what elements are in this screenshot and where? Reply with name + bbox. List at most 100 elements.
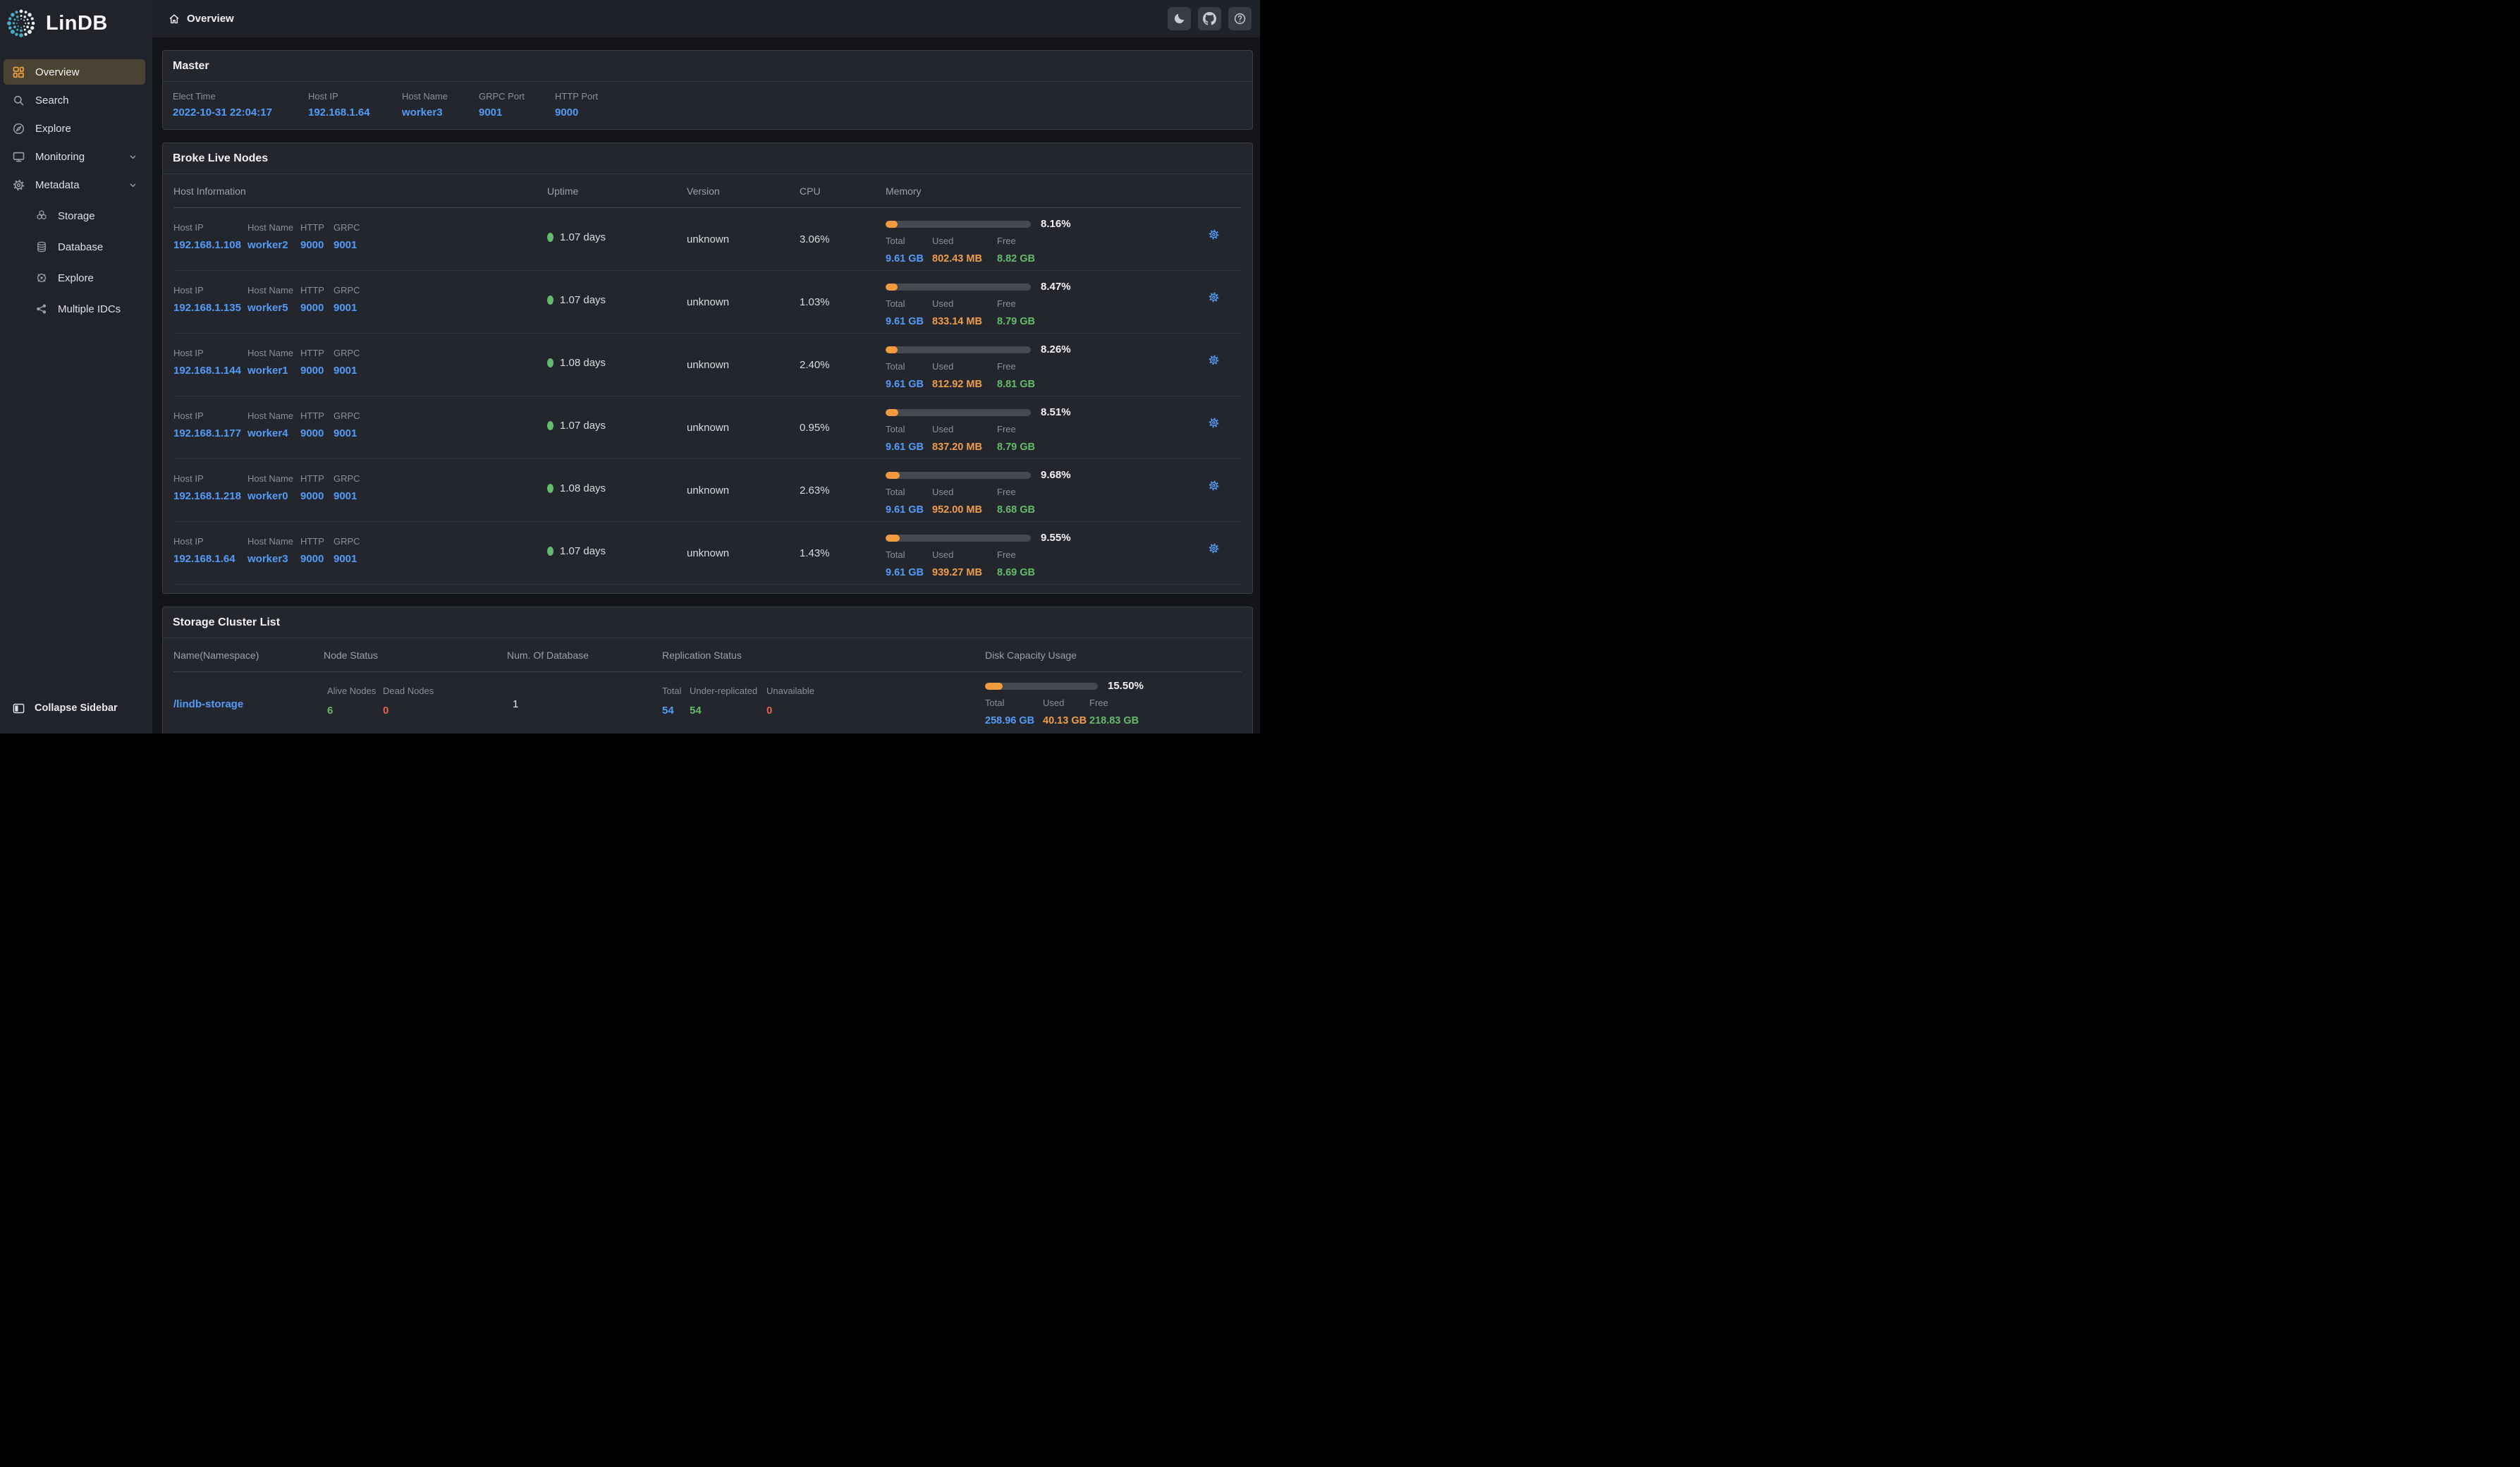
column-header-version: Version xyxy=(687,185,800,197)
host-name-value: worker5 xyxy=(247,302,300,314)
master-field-host-ip: Host IP 192.168.1.64 xyxy=(308,91,402,118)
sidebar-item-overview[interactable]: Overview xyxy=(4,59,145,85)
brand: LinDB xyxy=(0,0,152,47)
github-button[interactable] xyxy=(1198,7,1221,30)
sidebar-item-search[interactable]: Search xyxy=(4,87,145,113)
sidebar-item-label: Metadata xyxy=(35,179,80,191)
master-card: Master Elect Time 2022-10-31 22:04:17 Ho… xyxy=(162,50,1253,130)
memory-free-label: Free xyxy=(997,424,1185,434)
collapse-sidebar-icon xyxy=(12,702,25,715)
breadcrumb[interactable]: Overview xyxy=(168,13,234,25)
num-of-database-value: 1 xyxy=(507,672,662,710)
sidebar-item-explore[interactable]: Explore xyxy=(4,116,145,141)
storage-cluster-row: /lindb-storage Alive Nodes Dead Nodes 6 … xyxy=(173,672,1242,734)
column-header-num-of-database: Num. Of Database xyxy=(507,650,662,661)
memory-used-label: Used xyxy=(932,361,997,372)
memory-cell: 8.16% Total Used Free 9.61 GB 802.43 MB … xyxy=(886,208,1185,264)
sidebar-item-storage[interactable]: Storage xyxy=(4,203,145,229)
memory-usage-percent: 8.16% xyxy=(1041,218,1071,230)
dark-mode-button[interactable] xyxy=(1168,7,1191,30)
memory-usage-percent: 8.51% xyxy=(1041,406,1071,418)
replication-status-cell: Total Under-replicated Unavailable 54 54… xyxy=(662,672,985,717)
under-replicated-value: 54 xyxy=(690,705,766,717)
memory-usage-bar-fill xyxy=(886,346,898,353)
sidebar-item-label: Explore xyxy=(58,272,94,284)
memory-free-value: 8.68 GB xyxy=(997,504,1185,516)
memory-total-label: Total xyxy=(886,361,932,372)
memory-usage-bar xyxy=(886,221,1031,228)
cpu-value: 0.95% xyxy=(800,396,886,434)
disk-usage-percent: 15.50% xyxy=(1108,680,1144,692)
host-ip-label: Host IP xyxy=(173,473,247,484)
storage-cluster-name-link[interactable]: /lindb-storage xyxy=(173,672,324,710)
uptime-cell: 1.07 days xyxy=(547,208,687,243)
memory-used-value: 939.27 MB xyxy=(932,567,997,578)
status-online-dot xyxy=(547,358,553,367)
disk-usage-bar xyxy=(985,683,1098,690)
memory-usage-bar-fill xyxy=(886,409,898,416)
node-settings-button[interactable] xyxy=(1208,542,1220,554)
http-port-label: HTTP xyxy=(300,222,334,233)
host-ip-label: Host IP xyxy=(173,222,247,233)
sidebar-item-label: Multiple IDCs xyxy=(58,303,121,315)
memory-total-value: 9.61 GB xyxy=(886,567,932,578)
grpc-port-label: GRPC xyxy=(334,536,547,547)
node-settings-button[interactable] xyxy=(1208,354,1220,366)
collapse-sidebar-button[interactable]: Collapse Sidebar xyxy=(0,695,152,734)
help-button[interactable] xyxy=(1228,7,1252,30)
sidebar-item-metadata-explore[interactable]: Explore xyxy=(4,265,145,291)
sidebar-metadata-children: Storage Database Explore xyxy=(0,203,152,322)
uptime-value: 1.07 days xyxy=(560,231,606,243)
node-settings-button[interactable] xyxy=(1208,480,1220,492)
memory-free-label: Free xyxy=(997,298,1185,309)
column-header-disk-capacity-usage: Disk Capacity Usage xyxy=(985,650,1242,661)
sidebar-item-monitoring[interactable]: Monitoring xyxy=(4,144,145,169)
node-settings-button[interactable] xyxy=(1208,291,1220,303)
dead-nodes-label: Dead Nodes xyxy=(383,686,507,696)
memory-cell: 8.26% Total Used Free 9.61 GB 812.92 MB … xyxy=(886,334,1185,390)
memory-usage-bar xyxy=(886,535,1031,542)
memory-usage-bar-fill xyxy=(886,472,900,479)
field-label: HTTP Port xyxy=(555,91,1242,102)
replication-total-value: 54 xyxy=(662,705,690,717)
memory-usage-percent: 9.68% xyxy=(1041,469,1071,481)
sidebar-item-label: Overview xyxy=(35,66,80,78)
node-settings-button[interactable] xyxy=(1208,229,1220,241)
host-information-cell: Host IP Host Name HTTP GRPC 192.168.1.21… xyxy=(173,459,547,502)
sidebar-item-label: Search xyxy=(35,95,69,106)
host-ip-label: Host IP xyxy=(173,536,247,547)
status-online-dot xyxy=(547,547,553,556)
version-value: unknown xyxy=(687,208,800,245)
host-information-cell: Host IP Host Name HTTP GRPC 192.168.1.10… xyxy=(173,208,547,251)
host-ip-value: 192.168.1.218 xyxy=(173,490,247,502)
gear-icon xyxy=(1208,291,1220,303)
broker-nodes-card: Broke Live Nodes Host Information Uptime… xyxy=(162,142,1253,594)
sidebar-item-metadata[interactable]: Metadata xyxy=(4,172,145,197)
broker-node-row: Host IP Host Name HTTP GRPC 192.168.1.14… xyxy=(173,334,1242,396)
http-port-value: 9000 xyxy=(300,365,334,377)
field-label: Host Name xyxy=(402,91,479,102)
memory-total-label: Total xyxy=(886,487,932,497)
gear-icon xyxy=(1208,417,1220,429)
sidebar-item-database[interactable]: Database xyxy=(4,234,145,260)
grpc-port-value: 9001 xyxy=(334,239,547,251)
chevron-down-icon xyxy=(128,152,138,162)
uptime-value: 1.07 days xyxy=(560,420,606,432)
host-ip-label: Host IP xyxy=(173,285,247,296)
memory-cell: 9.55% Total Used Free 9.61 GB 939.27 MB … xyxy=(886,522,1185,578)
memory-total-value: 9.61 GB xyxy=(886,379,932,390)
memory-used-value: 833.14 MB xyxy=(932,316,997,327)
uptime-value: 1.07 days xyxy=(560,545,606,557)
memory-used-value: 812.92 MB xyxy=(932,379,997,390)
sidebar-item-multiple-idcs[interactable]: Multiple IDCs xyxy=(4,296,145,322)
memory-usage-percent: 8.26% xyxy=(1041,343,1071,355)
node-settings-button[interactable] xyxy=(1208,417,1220,429)
field-label: GRPC Port xyxy=(479,91,555,102)
memory-used-label: Used xyxy=(932,487,997,497)
memory-usage-bar xyxy=(886,284,1031,291)
topbar-actions xyxy=(1168,7,1252,30)
http-port-label: HTTP xyxy=(300,410,334,421)
host-name-value: worker2 xyxy=(247,239,300,251)
main-area: Overview Master Elect Time xyxy=(152,0,1260,734)
host-name-value: worker3 xyxy=(247,553,300,565)
